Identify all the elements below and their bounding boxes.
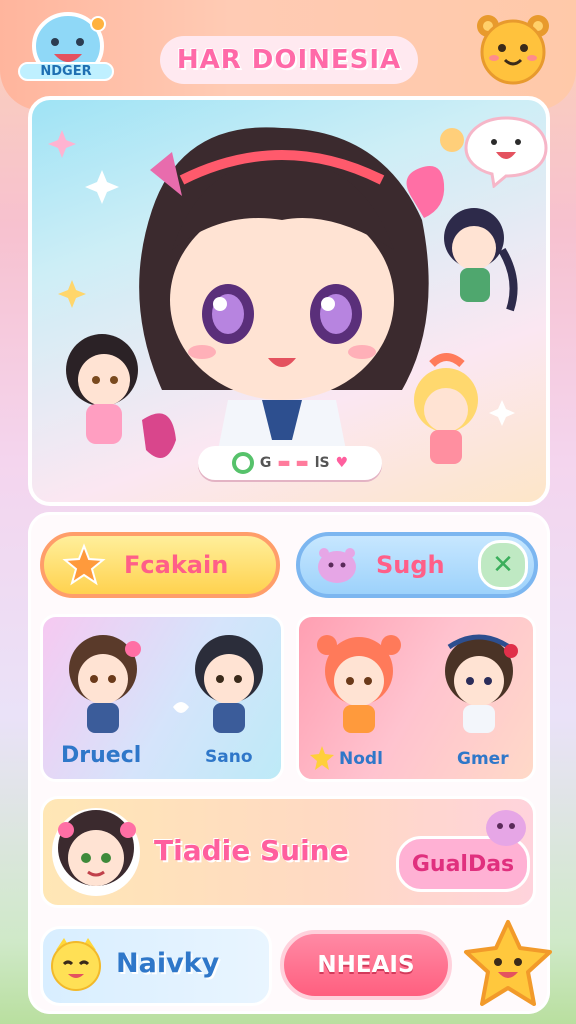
secondary-button-label: Sugh (376, 551, 445, 579)
primary-button-label: Fcakain (124, 551, 229, 579)
card-label-sano: Sano (205, 747, 253, 767)
chibi-character-druecl (69, 635, 141, 733)
speech-bubble-icon[interactable] (462, 114, 550, 188)
character-card-group-blue[interactable]: Druecl Sano (40, 614, 284, 782)
blob-monster-icon (318, 548, 356, 583)
heart-icon: ♥ (335, 455, 349, 471)
card-label-gmer: Gmer (457, 749, 509, 769)
bear-face-icon[interactable] (474, 12, 552, 86)
cat-face-icon (51, 938, 101, 991)
chibi-character-gmer (445, 634, 518, 733)
sparkle-icon (85, 170, 119, 204)
close-icon[interactable]: ✕ (478, 540, 528, 590)
chibi-character-bottom-right (414, 353, 478, 464)
app-logo-icon[interactable] (22, 8, 112, 94)
star-icon (310, 746, 334, 770)
blob-monster-icon (486, 810, 526, 846)
sparkle-icon (58, 280, 86, 308)
sparkle-icon (48, 130, 76, 158)
chibi-character-sano (195, 635, 263, 733)
card-label-nodl: Nodl (339, 749, 383, 769)
secondary-button[interactable]: Sugh ✕ (296, 532, 538, 598)
status-badge-middle: ▬ ▬ (277, 455, 309, 471)
card-label-druecl: Druecl (61, 743, 142, 768)
main-character (139, 127, 445, 480)
status-ring-icon (231, 452, 254, 474)
character-card-group-pink[interactable]: Nodl Gmer (296, 614, 536, 782)
app-logo-text: NDGER (18, 62, 114, 81)
character-pair-illustration (69, 635, 263, 733)
star-icon (62, 543, 106, 586)
heart-icon (440, 128, 464, 152)
avatar[interactable] (48, 804, 144, 900)
status-badge: G ▬ ▬ lS ♥ (198, 446, 382, 480)
status-badge-right: lS (314, 455, 330, 471)
primary-button[interactable]: Fcakain (40, 532, 280, 598)
chibi-character-top-right (444, 208, 518, 312)
status-badge-left: G (259, 455, 272, 471)
chibi-character-nodl (317, 635, 401, 733)
sparkle-icon (489, 400, 515, 426)
news-button[interactable]: NHEAIS (280, 930, 452, 1000)
star-mascot-icon[interactable] (462, 918, 554, 1010)
navigation-label: Naivky (116, 948, 220, 979)
page-title: HAR DOINESIA (160, 36, 418, 84)
character-pair-illustration (317, 634, 518, 733)
profile-name: Tiadie Suine (154, 834, 349, 867)
heart-icon (173, 702, 189, 713)
